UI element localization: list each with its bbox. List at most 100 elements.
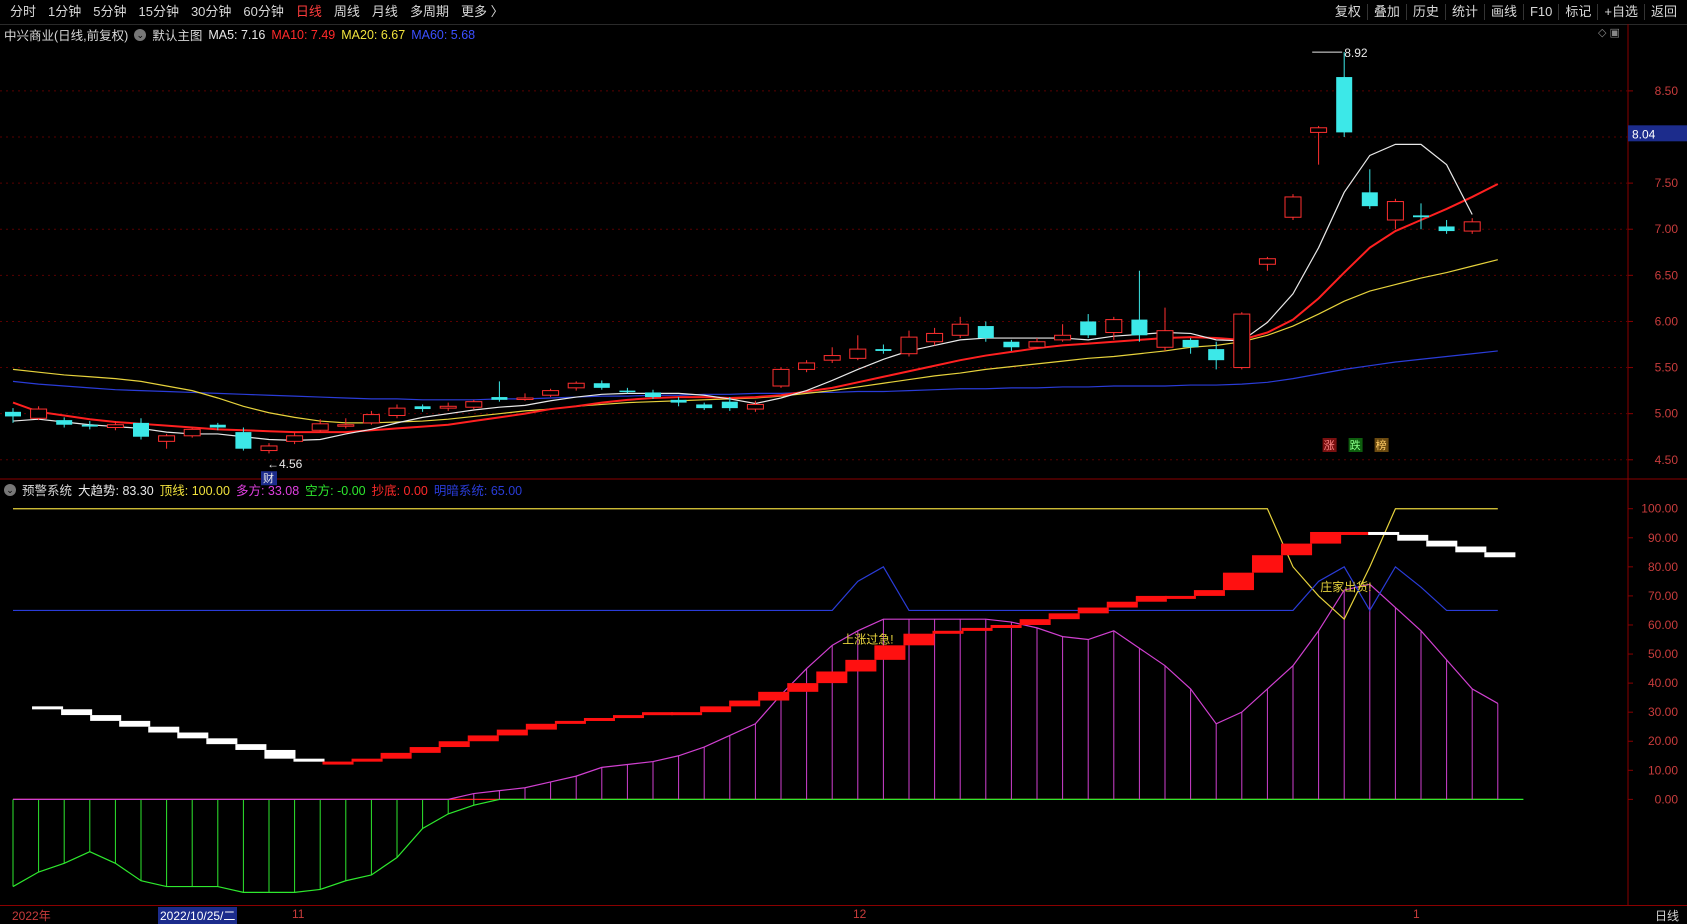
price-tick-label: 6.50 — [1655, 268, 1679, 282]
candle-body[interactable] — [951, 323, 969, 336]
candle-body[interactable] — [286, 435, 304, 442]
candle-body[interactable] — [1131, 319, 1148, 336]
candle-body[interactable] — [1284, 196, 1302, 218]
indicator-tick-label: 90.00 — [1648, 531, 1678, 545]
function-button-1[interactable]: 叠加 — [1368, 0, 1406, 24]
candle-body[interactable] — [439, 405, 457, 409]
candle-body[interactable] — [1233, 313, 1251, 369]
candle-body[interactable] — [696, 404, 713, 409]
candle-body[interactable] — [542, 390, 560, 396]
trend-step — [1455, 546, 1487, 553]
period-tab-5[interactable]: 60分钟 — [237, 0, 289, 24]
candle-body[interactable] — [1003, 341, 1020, 348]
candle-body[interactable] — [1208, 349, 1225, 361]
candle-body[interactable] — [158, 435, 176, 442]
indicator-tick-label: 80.00 — [1648, 560, 1678, 574]
candle-body[interactable] — [311, 423, 329, 431]
candle-body[interactable] — [823, 355, 841, 361]
candle-body[interactable] — [209, 424, 226, 428]
candle-body[interactable] — [746, 403, 764, 410]
candle-body[interactable] — [721, 401, 738, 409]
period-tab-1[interactable]: 1分钟 — [42, 0, 87, 24]
candle-body[interactable] — [1028, 341, 1046, 348]
candle-body[interactable] — [1463, 221, 1481, 232]
candle-body[interactable] — [1361, 192, 1378, 207]
trend-step — [409, 747, 441, 753]
function-button-3[interactable]: 统计 — [1446, 0, 1484, 24]
candle-body[interactable] — [567, 382, 585, 389]
period-tab-6[interactable]: 日线 — [290, 0, 328, 24]
trend-step — [1164, 595, 1196, 599]
candle-body[interactable] — [183, 428, 201, 437]
candle-body[interactable] — [337, 424, 355, 427]
period-tab-7[interactable]: 周线 — [328, 0, 366, 24]
candle-body[interactable] — [235, 432, 252, 449]
function-button-0[interactable]: 复权 — [1329, 0, 1367, 24]
candle-body[interactable] — [56, 420, 73, 425]
function-button-8[interactable]: 返回 — [1645, 0, 1683, 24]
trend-step — [583, 717, 615, 721]
signal-label: 榜 — [1376, 438, 1387, 452]
period-tab-0[interactable]: 分时 — [4, 0, 42, 24]
period-tab-9[interactable]: 多周期 — [404, 0, 455, 24]
candle-body[interactable] — [619, 390, 636, 393]
kline-chart-area[interactable]: 8.508.007.507.006.506.005.505.004.508.04… — [0, 24, 1687, 905]
price-tick-label: 4.50 — [1655, 453, 1679, 467]
candle-body[interactable] — [362, 414, 380, 424]
trend-step — [554, 720, 586, 724]
candle-body[interactable] — [133, 422, 149, 437]
candle-body[interactable] — [1413, 215, 1429, 218]
candle-body[interactable] — [260, 445, 278, 452]
trend-step — [380, 752, 412, 759]
candle-body[interactable] — [388, 407, 406, 417]
function-button-4[interactable]: 画线 — [1485, 0, 1523, 24]
month-label-1: 1 — [1413, 907, 1420, 921]
candle-body[interactable] — [670, 399, 687, 403]
candle-body[interactable] — [81, 424, 98, 427]
period-tab-10[interactable]: 更多 〉 — [455, 0, 510, 24]
candle-body[interactable] — [1336, 77, 1353, 133]
trend-step — [119, 720, 151, 727]
candle-body[interactable] — [977, 326, 994, 339]
candle-body[interactable] — [875, 349, 892, 351]
trend-step — [1106, 601, 1138, 608]
candle-body[interactable] — [1438, 226, 1455, 232]
indicator-tick-label: 0.00 — [1655, 792, 1679, 806]
month-label-12: 12 — [853, 907, 867, 921]
period-tab-3[interactable]: 15分钟 — [132, 0, 184, 24]
candle-body[interactable] — [798, 362, 816, 370]
candle-body[interactable] — [5, 411, 21, 417]
candle-body[interactable] — [1156, 330, 1174, 348]
candle-body[interactable] — [414, 406, 431, 410]
period-tab-2[interactable]: 5分钟 — [87, 0, 132, 24]
candle-body[interactable] — [1080, 321, 1097, 336]
candle-body[interactable] — [491, 397, 508, 400]
candle-body[interactable] — [1386, 201, 1404, 221]
candle-body[interactable] — [645, 392, 661, 398]
candle-body[interactable] — [106, 424, 124, 429]
candle-body[interactable] — [1105, 319, 1123, 334]
price-tick-label: 5.00 — [1655, 407, 1679, 421]
candle-body[interactable] — [593, 383, 610, 388]
price-tick-label: 5.50 — [1655, 361, 1679, 375]
period-tab-8[interactable]: 月线 — [366, 0, 404, 24]
function-button-5[interactable]: F10 — [1524, 0, 1558, 24]
candle-body[interactable] — [30, 408, 48, 419]
trend-step — [845, 659, 877, 672]
candle-body[interactable] — [1182, 339, 1199, 348]
function-button-7[interactable]: +自选 — [1598, 0, 1644, 24]
candle-body[interactable] — [1054, 334, 1072, 341]
period-tab-4[interactable]: 30分钟 — [185, 0, 237, 24]
period-label[interactable]: 日线 — [1655, 907, 1679, 924]
candle-body[interactable] — [1258, 258, 1276, 265]
candle-body[interactable] — [772, 368, 790, 387]
function-button-6[interactable]: 标记 — [1559, 0, 1597, 24]
function-button-2[interactable]: 历史 — [1407, 0, 1445, 24]
candle-body[interactable] — [516, 397, 534, 400]
low-price-label: ←4.56 — [267, 457, 303, 471]
candle-body[interactable] — [1310, 127, 1328, 133]
candle-body[interactable] — [465, 401, 483, 408]
candle-body[interactable] — [926, 332, 944, 343]
candle-body[interactable] — [849, 348, 867, 359]
candle-body[interactable] — [900, 336, 918, 355]
